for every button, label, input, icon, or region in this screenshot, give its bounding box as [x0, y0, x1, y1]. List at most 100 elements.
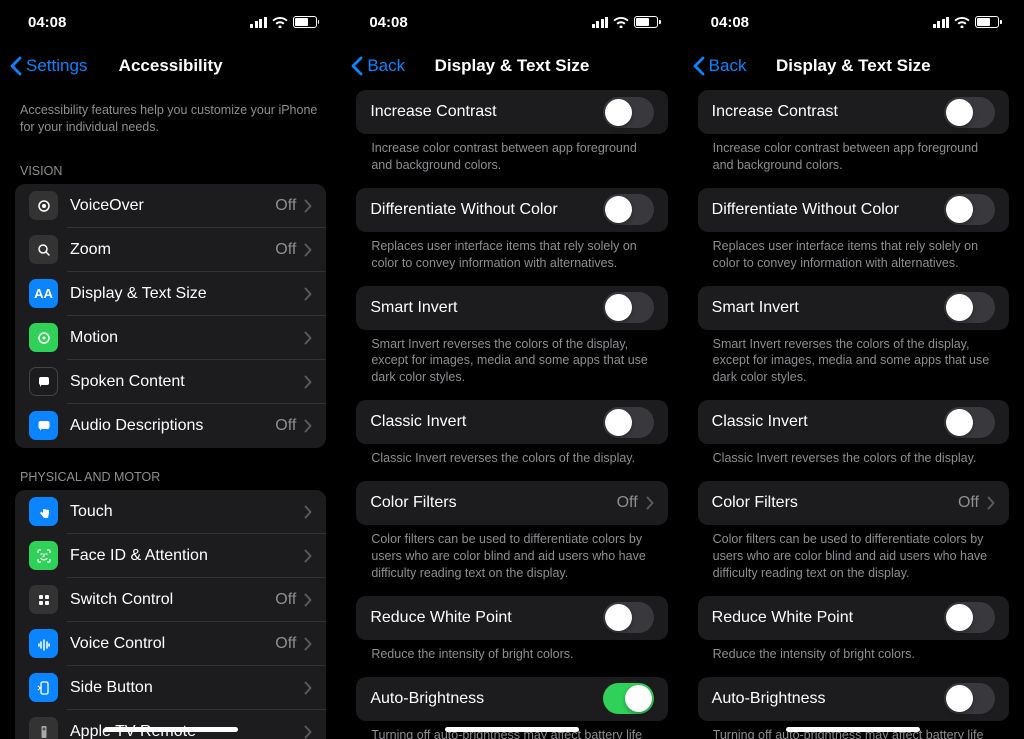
row-value: Off: [275, 417, 296, 435]
row-label: Display & Text Size: [70, 285, 304, 303]
toggle-label: Increase Contrast: [712, 103, 944, 121]
toggle-label: Reduce White Point: [712, 609, 944, 627]
toggle-increase-contrast[interactable]: [603, 97, 654, 128]
row-voice-control[interactable]: Voice Control Off: [15, 622, 326, 666]
motion-icon: [29, 323, 58, 352]
row-color-filters[interactable]: Color Filters Off: [356, 481, 667, 525]
row-label: Motion: [70, 329, 304, 347]
scroll-content[interactable]: Increase Contrast Increase color contras…: [683, 88, 1024, 739]
group-reduce-white-point: Reduce White Point: [698, 596, 1009, 640]
row-display-text-size[interactable]: AA Display & Text Size: [15, 272, 326, 316]
toggle-diff-without-color[interactable]: [944, 194, 995, 225]
row-switch-control[interactable]: Switch Control Off: [15, 578, 326, 622]
group-increase-contrast: Increase Contrast: [356, 90, 667, 134]
back-button[interactable]: Settings: [10, 56, 87, 76]
group-classic-invert: Classic Invert: [356, 400, 667, 444]
scroll-content[interactable]: Accessibility features help you customiz…: [0, 88, 341, 739]
chevron-right-icon: [304, 287, 312, 301]
nav-title: Display & Text Size: [435, 56, 590, 76]
toggle-classic-invert[interactable]: [603, 407, 654, 438]
group-auto-brightness: Auto-Brightness: [698, 677, 1009, 721]
row-faceid[interactable]: Face ID & Attention: [15, 534, 326, 578]
footnote: Color filters can be used to differentia…: [341, 525, 682, 596]
row-value: Off: [617, 494, 638, 512]
battery-icon: [293, 16, 320, 28]
row-label: VoiceOver: [70, 197, 275, 215]
row-color-filters[interactable]: Color Filters Off: [698, 481, 1009, 525]
battery-icon: [975, 16, 1002, 28]
group-color-filters: Color Filters Off: [356, 481, 667, 525]
chevron-left-icon: [10, 56, 22, 76]
row-zoom[interactable]: Zoom Off: [15, 228, 326, 272]
footnote: Replaces user interface items that rely …: [683, 232, 1024, 286]
toggle-label: Smart Invert: [370, 299, 602, 317]
row-smart-invert: Smart Invert: [698, 286, 1009, 330]
row-classic-invert: Classic Invert: [356, 400, 667, 444]
chevron-right-icon: [304, 243, 312, 257]
chevron-right-icon: [304, 637, 312, 651]
group-color-filters: Color Filters Off: [698, 481, 1009, 525]
back-button[interactable]: Back: [693, 56, 747, 76]
toggle-reduce-white-point[interactable]: [944, 602, 995, 633]
toggle-label: Auto-Brightness: [370, 690, 602, 708]
home-indicator[interactable]: [104, 727, 238, 732]
wifi-icon: [954, 16, 970, 28]
row-value: Off: [958, 494, 979, 512]
back-label: Settings: [26, 56, 87, 76]
toggle-label: Auto-Brightness: [712, 690, 944, 708]
row-side-button[interactable]: Side Button: [15, 666, 326, 710]
status-time: 04:08: [369, 14, 407, 31]
chevron-right-icon: [987, 496, 995, 510]
toggle-smart-invert[interactable]: [944, 292, 995, 323]
status-right: [250, 16, 319, 28]
cellular-signal-icon: [592, 17, 609, 28]
scroll-content[interactable]: Increase Contrast Increase color contras…: [341, 88, 682, 739]
row-smart-invert: Smart Invert: [356, 286, 667, 330]
toggle-increase-contrast[interactable]: [944, 97, 995, 128]
row-voiceover[interactable]: VoiceOver Off: [15, 184, 326, 228]
toggle-classic-invert[interactable]: [944, 407, 995, 438]
back-button[interactable]: Back: [351, 56, 405, 76]
nav-title: Accessibility: [119, 56, 223, 76]
toggle-smart-invert[interactable]: [603, 292, 654, 323]
row-label: Color Filters: [370, 494, 616, 512]
faceid-icon: [29, 541, 58, 570]
switch-control-icon: [29, 585, 58, 614]
chevron-right-icon: [304, 593, 312, 607]
toggle-diff-without-color[interactable]: [603, 194, 654, 225]
toggle-auto-brightness[interactable]: [603, 683, 654, 714]
home-indicator[interactable]: [445, 727, 579, 732]
nav-bar: Back Display & Text Size: [341, 44, 682, 88]
row-label: Audio Descriptions: [70, 417, 275, 435]
group-increase-contrast: Increase Contrast: [698, 90, 1009, 134]
status-bar: 04:08: [0, 0, 341, 44]
row-apple-tv-remote[interactable]: Apple TV Remote: [15, 710, 326, 739]
toggle-reduce-white-point[interactable]: [603, 602, 654, 633]
group-smart-invert: Smart Invert: [698, 286, 1009, 330]
toggle-auto-brightness[interactable]: [944, 683, 995, 714]
group-reduce-white-point: Reduce White Point: [356, 596, 667, 640]
side-button-icon: [29, 673, 58, 702]
group-diff-without-color: Differentiate Without Color: [698, 188, 1009, 232]
chevron-right-icon: [304, 725, 312, 739]
wifi-icon: [272, 16, 288, 28]
toggle-label: Reduce White Point: [370, 609, 602, 627]
screen-display-text-size-b: 04:08 Back Display & Text Size Increase …: [683, 0, 1024, 739]
home-indicator[interactable]: [786, 727, 920, 732]
row-classic-invert: Classic Invert: [698, 400, 1009, 444]
cellular-signal-icon: [250, 17, 267, 28]
chevron-right-icon: [304, 331, 312, 345]
chevron-right-icon: [304, 549, 312, 563]
row-audio-descriptions[interactable]: Audio Descriptions Off: [15, 404, 326, 448]
row-label: Color Filters: [712, 494, 958, 512]
row-value: Off: [275, 635, 296, 653]
row-value: Off: [275, 241, 296, 259]
row-label: Spoken Content: [70, 373, 304, 391]
toggle-label: Differentiate Without Color: [712, 201, 944, 219]
row-touch[interactable]: Touch: [15, 490, 326, 534]
toggle-label: Differentiate Without Color: [370, 201, 602, 219]
row-spoken-content[interactable]: Spoken Content: [15, 360, 326, 404]
status-bar: 04:08: [341, 0, 682, 44]
group-auto-brightness: Auto-Brightness: [356, 677, 667, 721]
row-motion[interactable]: Motion: [15, 316, 326, 360]
